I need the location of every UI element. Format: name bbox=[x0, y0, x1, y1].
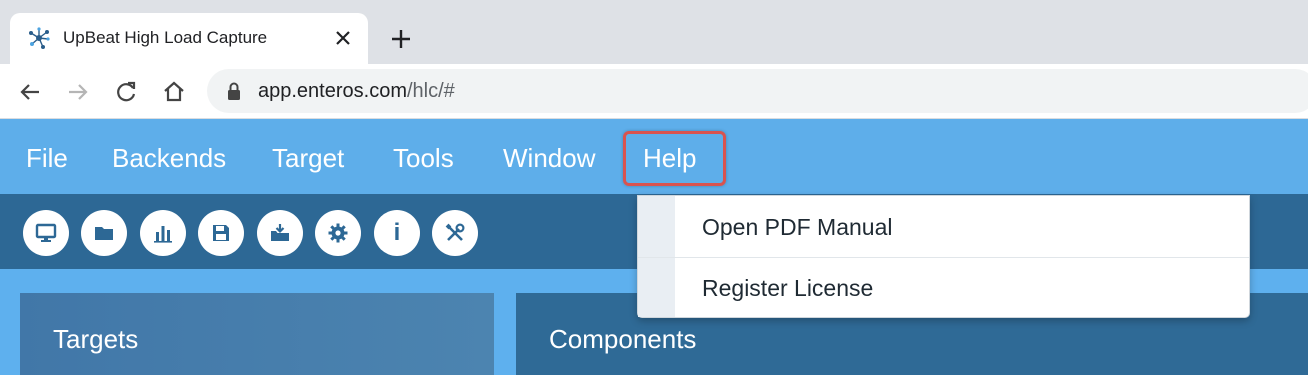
browser-toolbar: app.enteros.com/hlc/# bbox=[0, 64, 1308, 119]
network-icon bbox=[27, 26, 51, 50]
help-dropdown-menu: Open PDF Manual Register License bbox=[637, 195, 1250, 318]
menu-item-label: Open PDF Manual bbox=[702, 214, 893, 240]
home-icon[interactable] bbox=[158, 76, 190, 108]
forward-arrow-icon[interactable] bbox=[62, 76, 94, 108]
tab-title: UpBeat High Load Capture bbox=[63, 28, 268, 47]
components-panel-title: Components bbox=[549, 324, 697, 354]
browser-tab-strip: UpBeat High Load Capture bbox=[0, 0, 1308, 64]
lock-icon bbox=[226, 81, 242, 101]
menu-tools[interactable]: Tools bbox=[393, 143, 454, 174]
close-icon[interactable] bbox=[330, 25, 356, 51]
bar-chart-icon[interactable] bbox=[140, 210, 186, 256]
menu-item-open-pdf-manual[interactable]: Open PDF Manual bbox=[638, 196, 1249, 257]
reload-icon[interactable] bbox=[110, 76, 142, 108]
menu-window[interactable]: Window bbox=[503, 143, 595, 174]
monitor-icon[interactable] bbox=[23, 210, 69, 256]
save-icon[interactable] bbox=[198, 210, 244, 256]
back-arrow-icon[interactable] bbox=[14, 76, 46, 108]
url-text: app.enteros.com/hlc/# bbox=[258, 80, 455, 103]
menu-backends[interactable]: Backends bbox=[112, 143, 226, 174]
folder-icon[interactable] bbox=[81, 210, 127, 256]
address-bar[interactable]: app.enteros.com/hlc/# bbox=[207, 69, 1308, 113]
browser-tab[interactable]: UpBeat High Load Capture bbox=[10, 13, 368, 64]
menu-item-register-license[interactable]: Register License bbox=[638, 257, 1249, 318]
menu-file[interactable]: File bbox=[26, 143, 68, 174]
download-icon[interactable] bbox=[257, 210, 303, 256]
targets-panel-title: Targets bbox=[53, 324, 139, 354]
plus-icon[interactable] bbox=[386, 24, 416, 54]
gear-icon[interactable] bbox=[315, 210, 361, 256]
url-path: /hlc/# bbox=[406, 80, 455, 102]
url-host: app.enteros.com bbox=[258, 80, 407, 102]
menu-target[interactable]: Target bbox=[272, 143, 344, 174]
targets-panel: Targets bbox=[20, 293, 494, 375]
help-highlight-box bbox=[623, 131, 726, 186]
info-icon[interactable]: i bbox=[374, 210, 420, 256]
info-glyph: i bbox=[393, 219, 401, 246]
menu-item-label: Register License bbox=[702, 275, 874, 301]
tools-icon[interactable] bbox=[432, 210, 478, 256]
